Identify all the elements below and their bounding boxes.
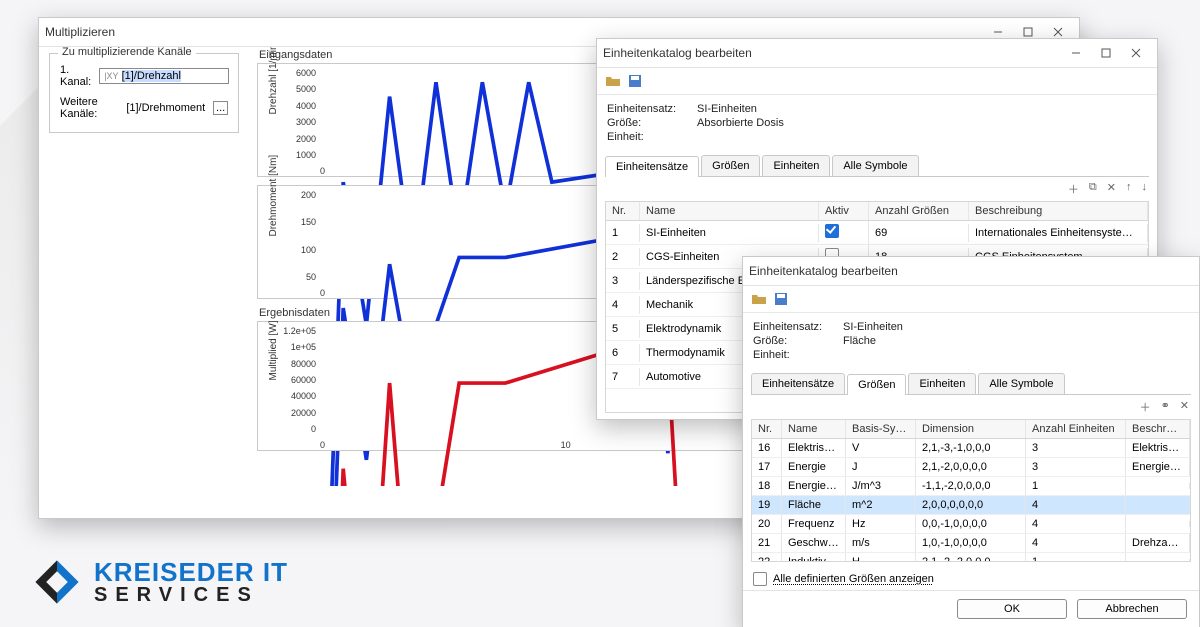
window-unit-catalog-2: Einheitenkatalog bearbeiten Einheitensat… [742, 256, 1200, 627]
show-all-label: Alle definierten Größen anzeigen [773, 573, 934, 585]
tab-unitsets[interactable]: Einheitensätze [751, 373, 845, 394]
minimize-icon[interactable] [1061, 43, 1091, 63]
unitset-label: Einheitensatz: [753, 321, 835, 333]
col-name[interactable]: Name [640, 202, 819, 220]
col-desc[interactable]: Beschreibung [1126, 420, 1190, 438]
group-channels-legend: Zu multiplizierende Kanäle [58, 47, 196, 58]
window-title: Einheitenkatalog bearbeiten [749, 264, 898, 278]
table-row[interactable]: 18EnergiedichteJ/m^3-1,1,-2,0,0,0,01 [752, 477, 1190, 496]
tab-unitsets[interactable]: Einheitensätze [605, 156, 699, 177]
unitset-value: SI-Einheiten [697, 103, 757, 115]
tab-all-symbols[interactable]: Alle Symbole [832, 155, 918, 176]
link-icon[interactable]: ⚭ [1161, 399, 1170, 415]
col-desc[interactable]: Beschreibung [969, 202, 1148, 220]
show-all-checkbox[interactable] [753, 572, 767, 586]
col-count[interactable]: Anzahl Größen [869, 202, 969, 220]
delete-icon[interactable]: ✕ [1180, 399, 1189, 415]
tab-sizes[interactable]: Größen [701, 155, 760, 176]
browse-button[interactable]: ... [213, 101, 228, 115]
table-row[interactable]: 22InduktivitätH2,1,-2,-2,0,0,01 [752, 553, 1190, 562]
size-label: Größe: [753, 335, 835, 347]
open-icon[interactable] [751, 291, 767, 307]
col-nr[interactable]: Nr. [606, 202, 640, 220]
unitset-value: SI-Einheiten [843, 321, 903, 333]
cancel-button[interactable]: Abbrechen [1077, 599, 1187, 619]
col-nr[interactable]: Nr. [752, 420, 782, 438]
up-icon[interactable]: ↑ [1126, 181, 1132, 197]
tab-all-symbols[interactable]: Alle Symbole [978, 373, 1064, 394]
col-symbol[interactable]: Basis-Symbol [846, 420, 916, 438]
kanal1-input[interactable]: |XY [1]/Drehzahl [99, 68, 229, 84]
unit-label: Einheit: [753, 349, 835, 361]
save-icon[interactable] [773, 291, 789, 307]
window-title: Multiplizieren [45, 25, 115, 39]
col-name[interactable]: Name [782, 420, 846, 438]
logo-mark [30, 555, 84, 609]
close-icon[interactable] [1121, 43, 1151, 63]
open-icon[interactable] [605, 73, 621, 89]
tab-units[interactable]: Einheiten [762, 155, 830, 176]
size-value: Fläche [843, 335, 876, 347]
maximize-icon[interactable] [1091, 43, 1121, 63]
table-row[interactable]: 17EnergieJ2,1,-2,0,0,0,03Energie, Arbeit… [752, 458, 1190, 477]
save-icon[interactable] [627, 73, 643, 89]
col-unit-count[interactable]: Anzahl Einheiten [1026, 420, 1126, 438]
weitere-label: Weitere Kanäle: [60, 96, 118, 120]
add-icon[interactable]: ＋ [1140, 399, 1151, 415]
table-row[interactable]: 19Flächem^22,0,0,0,0,0,04 [752, 496, 1190, 515]
col-active[interactable]: Aktiv [819, 202, 869, 220]
col-dimension[interactable]: Dimension [916, 420, 1026, 438]
delete-icon[interactable]: ✕ [1107, 181, 1116, 197]
sizes-grid[interactable]: Nr. Name Basis-Symbol Dimension Anzahl E… [751, 419, 1191, 562]
titlebar[interactable]: Einheitenkatalog bearbeiten [743, 257, 1199, 286]
unit-label: Einheit: [607, 131, 689, 143]
tab-sizes[interactable]: Größen [847, 374, 906, 395]
copy-icon[interactable]: ⧉ [1089, 181, 1097, 197]
table-row[interactable]: 20FrequenzHz0,0,-1,0,0,0,04 [752, 515, 1190, 534]
brand-logo: KREISEDER IT SERVICES [30, 555, 288, 609]
size-label: Größe: [607, 117, 689, 129]
tab-units[interactable]: Einheiten [908, 373, 976, 394]
kanal1-label: 1. Kanal: [60, 64, 91, 88]
group-channels: Zu multiplizierende Kanäle 1. Kanal: |XY… [49, 53, 239, 133]
table-row[interactable]: 16Elektrisches PotentialV2,1,-3,-1,0,0,0… [752, 439, 1190, 458]
weitere-value: [1]/Drehmoment [126, 102, 205, 114]
size-value: Absorbierte Dosis [697, 117, 784, 129]
window-title: Einheitenkatalog bearbeiten [603, 46, 752, 60]
table-row[interactable]: 21Geschwindigkeitm/s1,0,-1,0,0,0,04Drehz… [752, 534, 1190, 553]
active-checkbox[interactable] [825, 224, 839, 238]
ok-button[interactable]: OK [957, 599, 1067, 619]
table-row[interactable]: 1SI-Einheiten69Internationales Einheiten… [606, 221, 1148, 245]
add-icon[interactable]: ＋ [1068, 181, 1079, 197]
titlebar[interactable]: Einheitenkatalog bearbeiten [597, 39, 1157, 68]
down-icon[interactable]: ↓ [1142, 181, 1148, 197]
unitset-label: Einheitensatz: [607, 103, 689, 115]
